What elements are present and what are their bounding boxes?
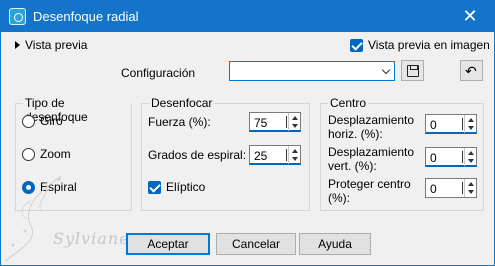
radio-espiral-label: Espiral (40, 180, 77, 194)
protect-center-value: 0 (430, 182, 437, 196)
spin-separator (462, 151, 463, 163)
spin-separator (462, 182, 463, 194)
spin-up-icon (292, 116, 298, 120)
radio-giro-label: Giro (40, 114, 63, 128)
vert-offset-spinbox[interactable]: 0 (425, 147, 477, 167)
elliptic-label: Elíptico (166, 180, 206, 194)
config-select[interactable] (229, 61, 395, 81)
close-button[interactable]: ✕ (452, 4, 488, 28)
preview-toggle-label: Vista previa (25, 38, 88, 52)
reset-icon: ↶ (465, 63, 477, 79)
radio-selected-icon (22, 180, 35, 194)
checkbox-checked-icon (148, 180, 161, 194)
protect-center-label-line2: (%): (328, 191, 350, 205)
radio-giro[interactable]: Giro (22, 114, 63, 128)
spin-separator (286, 116, 287, 128)
protect-center-spinbox[interactable]: 0 (425, 178, 477, 198)
vert-offset-label-line2: vert. (%): (328, 159, 377, 173)
radio-zoom[interactable]: Zoom (22, 147, 71, 161)
config-label: Configuración (121, 66, 196, 80)
vert-offset-value: 0 (430, 151, 437, 165)
spin-separator (286, 149, 287, 161)
preview-toggle[interactable]: Vista previa (15, 38, 87, 52)
spin-down-icon (468, 190, 474, 194)
spin-up-icon (468, 118, 474, 122)
window-title: Desenfoque radial (33, 9, 139, 24)
strength-spin-buttons[interactable] (288, 113, 300, 131)
save-preset-button[interactable] (401, 60, 424, 81)
center-group-title: Centro (328, 96, 369, 110)
elliptic-checkbox[interactable]: Elíptico (148, 180, 205, 194)
ok-button[interactable]: Aceptar (126, 233, 210, 255)
spin-up-icon (468, 151, 474, 155)
spin-down-icon (292, 124, 298, 128)
floppy-disk-icon (407, 65, 419, 77)
blur-type-group: Tipo de desenfoque Giro Zoom Espiral (15, 96, 132, 211)
spin-up-icon (292, 149, 298, 153)
horiz-spin-buttons[interactable] (464, 115, 476, 133)
horiz-offset-label-line2: horiz. (%): (328, 127, 383, 141)
horiz-offset-value: 0 (430, 118, 437, 132)
radio-zoom-label: Zoom (40, 147, 71, 161)
strength-label: Fuerza (%): (148, 115, 211, 129)
spin-up-icon (468, 182, 474, 186)
blur-group-title: Desenfocar (149, 96, 215, 110)
help-button[interactable]: Ayuda (299, 233, 371, 255)
watermark-signature: Sylviane (53, 229, 130, 248)
blur-group: Desenfocar Fuerza (%): 75 Grados de espi… (141, 96, 310, 211)
checkbox-checked-icon (350, 38, 363, 52)
expand-triangle-icon (15, 41, 20, 49)
dialog-window: Desenfoque radial ✕ Vista previa Vista p… (0, 0, 495, 266)
spiral-spin-buttons[interactable] (288, 146, 300, 164)
spiral-degrees-spinbox[interactable]: 25 (249, 145, 301, 165)
spin-separator (462, 118, 463, 130)
spiral-degrees-label: Grados de espiral: (148, 148, 247, 162)
reset-button[interactable]: ↶ (460, 60, 483, 81)
strength-spinbox[interactable]: 75 (249, 112, 301, 132)
spin-down-icon (468, 126, 474, 130)
center-group: Centro Desplazamiento horiz. (%): 0 Desp… (320, 96, 484, 211)
cancel-button[interactable]: Cancelar (216, 233, 296, 255)
spin-down-icon (292, 157, 298, 161)
radio-icon (22, 114, 35, 128)
app-icon (9, 8, 26, 25)
protect-spin-buttons[interactable] (464, 179, 476, 197)
radio-icon (22, 147, 35, 161)
preview-in-image-checkbox[interactable]: Vista previa en imagen (350, 38, 490, 52)
horiz-offset-spinbox[interactable]: 0 (425, 114, 477, 134)
chevron-down-icon (381, 65, 391, 75)
spin-down-icon (468, 159, 474, 163)
spiral-degrees-value: 25 (254, 149, 268, 163)
vert-spin-buttons[interactable] (464, 148, 476, 166)
title-bar[interactable]: Desenfoque radial ✕ (1, 1, 494, 32)
preview-in-image-label: Vista previa en imagen (368, 38, 490, 52)
radio-espiral[interactable]: Espiral (22, 180, 77, 194)
strength-value: 75 (254, 116, 268, 130)
